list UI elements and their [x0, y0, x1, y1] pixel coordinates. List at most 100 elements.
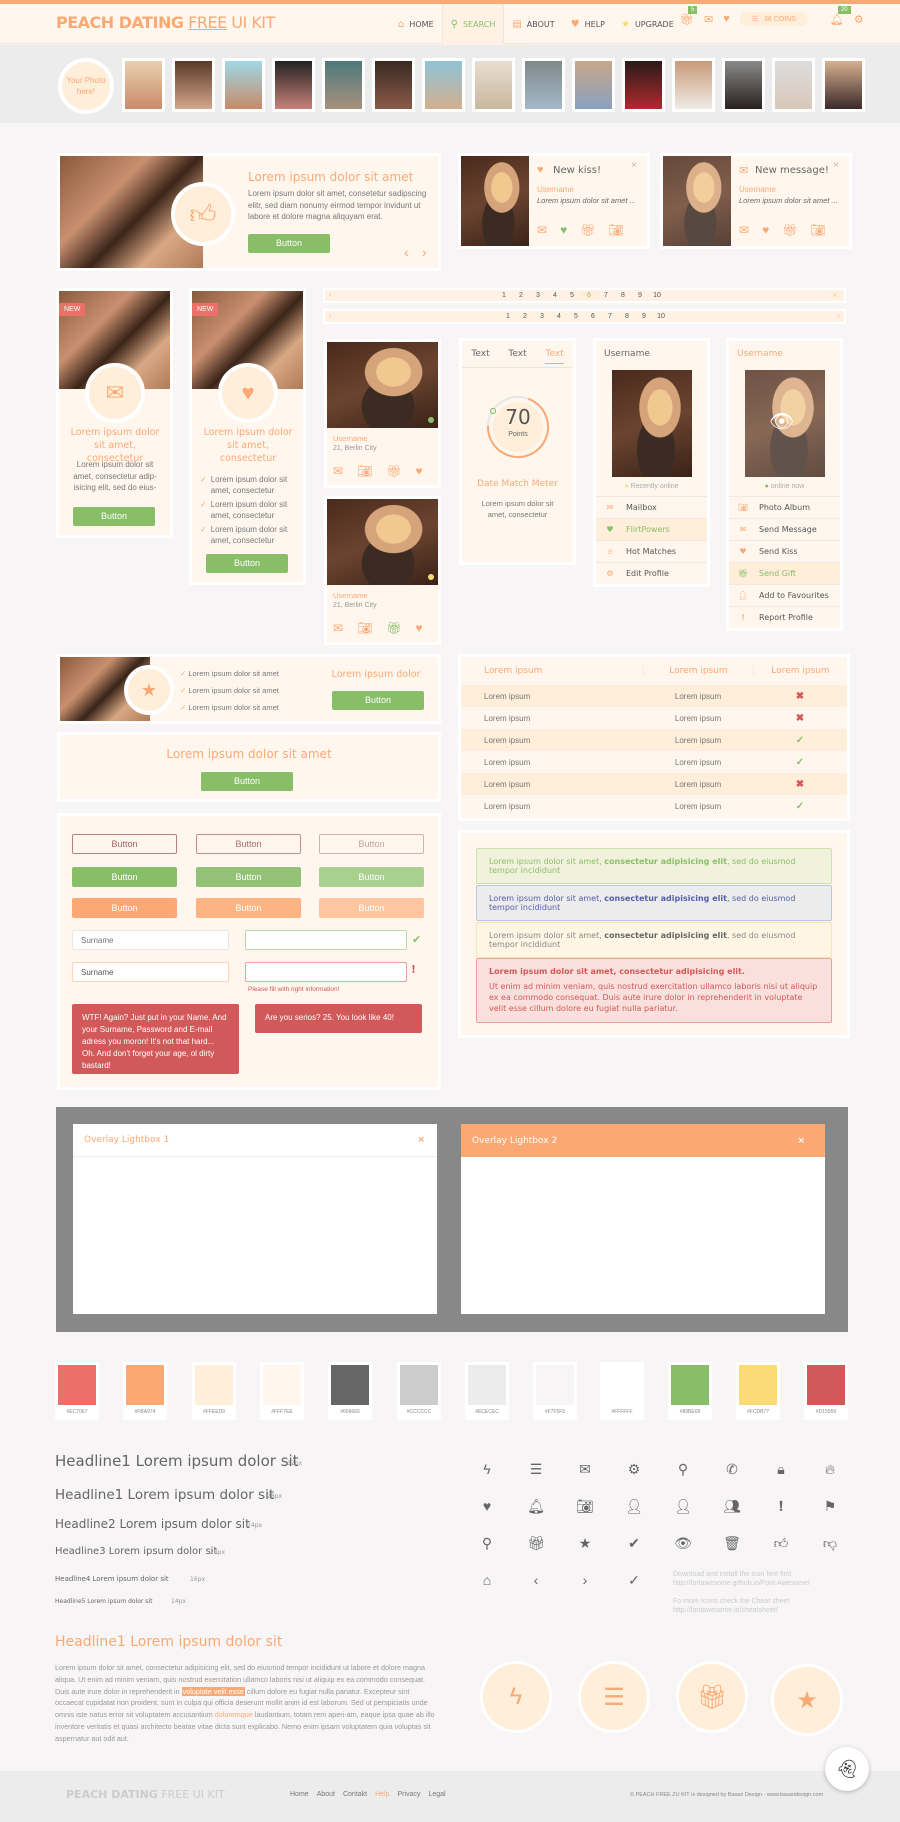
- outline-button-hover[interactable]: Button: [196, 834, 301, 854]
- member-thumb[interactable]: [572, 58, 615, 112]
- page-2[interactable]: 2: [517, 313, 534, 320]
- eye-icon[interactable]: 👁︎: [769, 409, 794, 434]
- orange-button[interactable]: Button: [72, 898, 177, 918]
- menu-username[interactable]: Username: [737, 349, 783, 359]
- menu-item-report-profile[interactable]: ❗︎ Report Profile: [729, 606, 840, 628]
- gift-icon[interactable]: 🎁︎: [386, 464, 401, 478]
- page-5[interactable]: 5: [568, 313, 585, 320]
- gift-icon[interactable]: 🎁︎: [386, 621, 401, 635]
- valid-input[interactable]: [245, 930, 407, 950]
- menu-profile-photo[interactable]: [612, 370, 692, 477]
- menu-username[interactable]: Username: [604, 349, 650, 359]
- page-1[interactable]: 1: [500, 313, 517, 320]
- member-thumb[interactable]: [822, 58, 865, 112]
- meter-tab[interactable]: Text: [471, 349, 489, 359]
- nav-upgrade[interactable]: ★ UPGRADE: [613, 4, 682, 44]
- close-icon[interactable]: ×: [797, 1136, 805, 1146]
- pagination-next[interactable]: ›: [829, 292, 840, 299]
- page-6[interactable]: 6: [580, 292, 598, 299]
- page-7[interactable]: 7: [602, 313, 619, 320]
- heart-icon[interactable]: ♥: [416, 464, 423, 478]
- feature-button[interactable]: Button: [73, 507, 155, 526]
- notifications-button[interactable]: 🔔︎ 20: [830, 5, 851, 26]
- menu-item-photo-album[interactable]: 📷︎ Photo Album: [729, 496, 840, 518]
- meter-tab[interactable]: Text: [508, 349, 526, 359]
- column-header[interactable]: Lorem ipsum: [753, 666, 847, 676]
- slider-next-button[interactable]: ›: [422, 244, 427, 260]
- gift-icon[interactable]: 🎁︎: [676, 1661, 748, 1733]
- close-icon[interactable]: ×: [631, 160, 637, 171]
- ghost-chat-icon[interactable]: 👻︎: [825, 1747, 869, 1791]
- notification-username[interactable]: Username: [739, 185, 776, 194]
- fontawesome-link[interactable]: http://fortawesome.github.io/Font-Awesom…: [673, 1579, 810, 1588]
- member-thumb[interactable]: [122, 58, 165, 112]
- cta-button[interactable]: Button: [201, 772, 293, 791]
- profile-photo[interactable]: [327, 342, 438, 428]
- notification-username[interactable]: Username: [537, 185, 574, 194]
- star-icon[interactable]: ★: [771, 1664, 843, 1736]
- footer-logo[interactable]: PEACH DATING FREE UI KIT: [66, 1788, 225, 1801]
- member-thumb[interactable]: [172, 58, 215, 112]
- promo-button[interactable]: Button: [332, 691, 424, 710]
- page-9[interactable]: 9: [636, 313, 653, 320]
- menu-item-hot-matches[interactable]: 🔥︎ Hot Matches: [596, 540, 707, 562]
- heart-icon[interactable]: ♥: [416, 621, 423, 635]
- close-icon[interactable]: ×: [417, 1135, 425, 1145]
- menu-item-edit-profile[interactable]: ⚙ Edit Profile: [596, 562, 707, 584]
- inline-link[interactable]: doloremque: [215, 1710, 253, 1719]
- orange-button-hover[interactable]: Button: [196, 898, 301, 918]
- heart-icon[interactable]: ♥: [723, 13, 730, 25]
- envelope-icon[interactable]: ✉: [537, 223, 547, 237]
- page-3[interactable]: 3: [534, 313, 551, 320]
- envelope-icon[interactable]: ✉: [739, 223, 749, 237]
- footer-link-help[interactable]: Help: [375, 1791, 389, 1798]
- outline-button-disabled[interactable]: Button: [319, 834, 424, 854]
- green-button[interactable]: Button: [72, 867, 177, 887]
- feature-button[interactable]: Button: [206, 554, 288, 573]
- page-2[interactable]: 2: [513, 292, 530, 299]
- cheatsheet-link[interactable]: http://fontawesome.io/cheatsheet/: [673, 1606, 810, 1615]
- footer-link-privacy[interactable]: Privacy: [398, 1791, 421, 1798]
- menu-item-mailbox[interactable]: ✉ Mailbox: [596, 496, 707, 518]
- close-icon[interactable]: ×: [833, 160, 839, 171]
- footer-link-home[interactable]: Home: [290, 1791, 309, 1798]
- member-thumb[interactable]: [772, 58, 815, 112]
- envelope-icon[interactable]: ✉: [704, 13, 713, 26]
- gift-icon[interactable]: 🎁︎: [782, 223, 797, 237]
- pagination-prev[interactable]: ‹: [329, 292, 331, 299]
- invalid-input[interactable]: [245, 962, 407, 982]
- member-thumb[interactable]: [272, 58, 315, 112]
- orange-button-disabled[interactable]: Button: [319, 898, 424, 918]
- gift-icon[interactable]: 🎁︎: [580, 223, 595, 237]
- page-4[interactable]: 4: [547, 292, 564, 299]
- member-thumb[interactable]: [422, 58, 465, 112]
- nav-search[interactable]: ⚲ SEARCH: [441, 4, 505, 44]
- page-1[interactable]: 1: [496, 292, 513, 299]
- pagination-prev[interactable]: ‹: [329, 313, 331, 320]
- bolt-icon[interactable]: ϟ: [480, 1661, 552, 1733]
- menu-item-flirtpowers[interactable]: ♥ FlirtPowers: [596, 518, 707, 540]
- camera-icon[interactable]: 📷︎: [357, 621, 372, 635]
- profile-username[interactable]: Username: [333, 434, 368, 443]
- nav-help[interactable]: ♥ HELP: [563, 4, 613, 44]
- database-icon[interactable]: ☰: [578, 1661, 650, 1733]
- member-thumb[interactable]: [472, 58, 515, 112]
- member-thumb[interactable]: [622, 58, 665, 112]
- member-thumb[interactable]: [522, 58, 565, 112]
- envelope-icon[interactable]: ✉: [333, 464, 343, 478]
- camera-icon[interactable]: 📷︎: [357, 464, 372, 478]
- camera-icon[interactable]: 📷︎: [810, 223, 825, 237]
- member-thumb[interactable]: [222, 58, 265, 112]
- hero-button[interactable]: Button: [248, 234, 330, 253]
- gift-button[interactable]: 🎁︎ 5: [680, 5, 698, 26]
- heart-icon[interactable]: ♥: [762, 223, 769, 237]
- profile-username[interactable]: Username: [333, 591, 368, 600]
- page-10[interactable]: 10: [649, 292, 666, 299]
- page-5[interactable]: 5: [564, 292, 581, 299]
- nav-about[interactable]: ▤ ABOUT: [504, 4, 562, 44]
- page-4[interactable]: 4: [551, 313, 568, 320]
- meter-tab-active[interactable]: Text: [545, 349, 564, 364]
- heart-icon[interactable]: ♥: [560, 223, 567, 237]
- page-7[interactable]: 7: [598, 292, 615, 299]
- member-thumb[interactable]: [322, 58, 365, 112]
